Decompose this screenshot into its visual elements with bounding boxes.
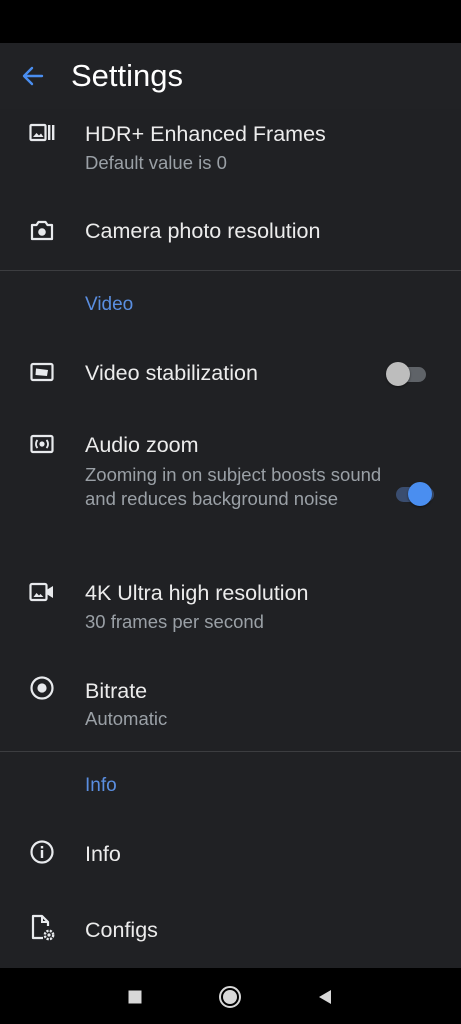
setting-4k-ultra-high-resolution[interactable]: 4K Ultra high resolution 30 frames per s… [0,567,461,657]
burst-frames-icon [29,120,55,146]
section-header-info: Info [85,775,117,796]
audio-zoom-icon [29,431,55,457]
nav-back-button[interactable] [312,984,338,1010]
page-title: Settings [71,58,184,93]
recents-square-icon [128,990,142,1004]
video-stabilization-toggle[interactable] [386,359,426,389]
back-button[interactable] [12,55,54,97]
setting-title: Video stabilization [85,361,258,385]
info-icon [29,839,55,865]
setting-title: HDR+ Enhanced Frames [85,122,326,146]
setting-title: Info [85,842,121,866]
setting-info[interactable]: Info [0,819,461,889]
section-header-video: Video [85,294,134,315]
settings-list[interactable]: HDR+ Enhanced Frames Default value is 0 … [0,109,461,968]
setting-title: Bitrate [85,679,148,703]
divider [0,270,461,271]
divider [0,751,461,752]
video-camera-icon [29,579,55,605]
app-bar: Settings [0,43,461,109]
toggle-thumb [386,362,410,386]
toggle-thumb [408,482,432,506]
setting-title: Camera photo resolution [85,219,321,243]
status-bar [0,0,461,43]
home-circle-icon [219,986,241,1008]
setting-audio-zoom[interactable]: Audio zoom Zooming in on subject boosts … [0,419,461,549]
audio-zoom-toggle[interactable] [394,479,434,509]
home-button[interactable] [217,984,243,1010]
radio-button-icon [29,675,55,701]
recents-button[interactable] [122,984,148,1010]
arrow-back-icon [22,66,44,86]
setting-video-stabilization[interactable]: Video stabilization [0,339,461,409]
setting-hdr-enhanced-frames[interactable]: HDR+ Enhanced Frames Default value is 0 [0,109,461,199]
setting-title: Configs [85,918,158,942]
setting-camera-photo-resolution[interactable]: Camera photo resolution [0,199,461,269]
setting-summary: Zooming in on subject boosts sound and r… [85,464,382,509]
back-triangle-icon [319,990,331,1004]
stabilization-icon [29,359,55,385]
setting-summary: Automatic [85,708,168,729]
setting-title: Audio zoom [85,433,199,457]
setting-summary: Default value is 0 [85,152,227,173]
system-nav-bar [0,968,461,1024]
setting-title: 4K Ultra high resolution [85,581,309,605]
file-settings-icon [29,914,55,941]
setting-configs[interactable]: Configs [0,895,461,965]
setting-summary: 30 frames per second [85,611,264,632]
setting-bitrate[interactable]: Bitrate Automatic [0,665,461,755]
camera-icon [29,217,55,243]
